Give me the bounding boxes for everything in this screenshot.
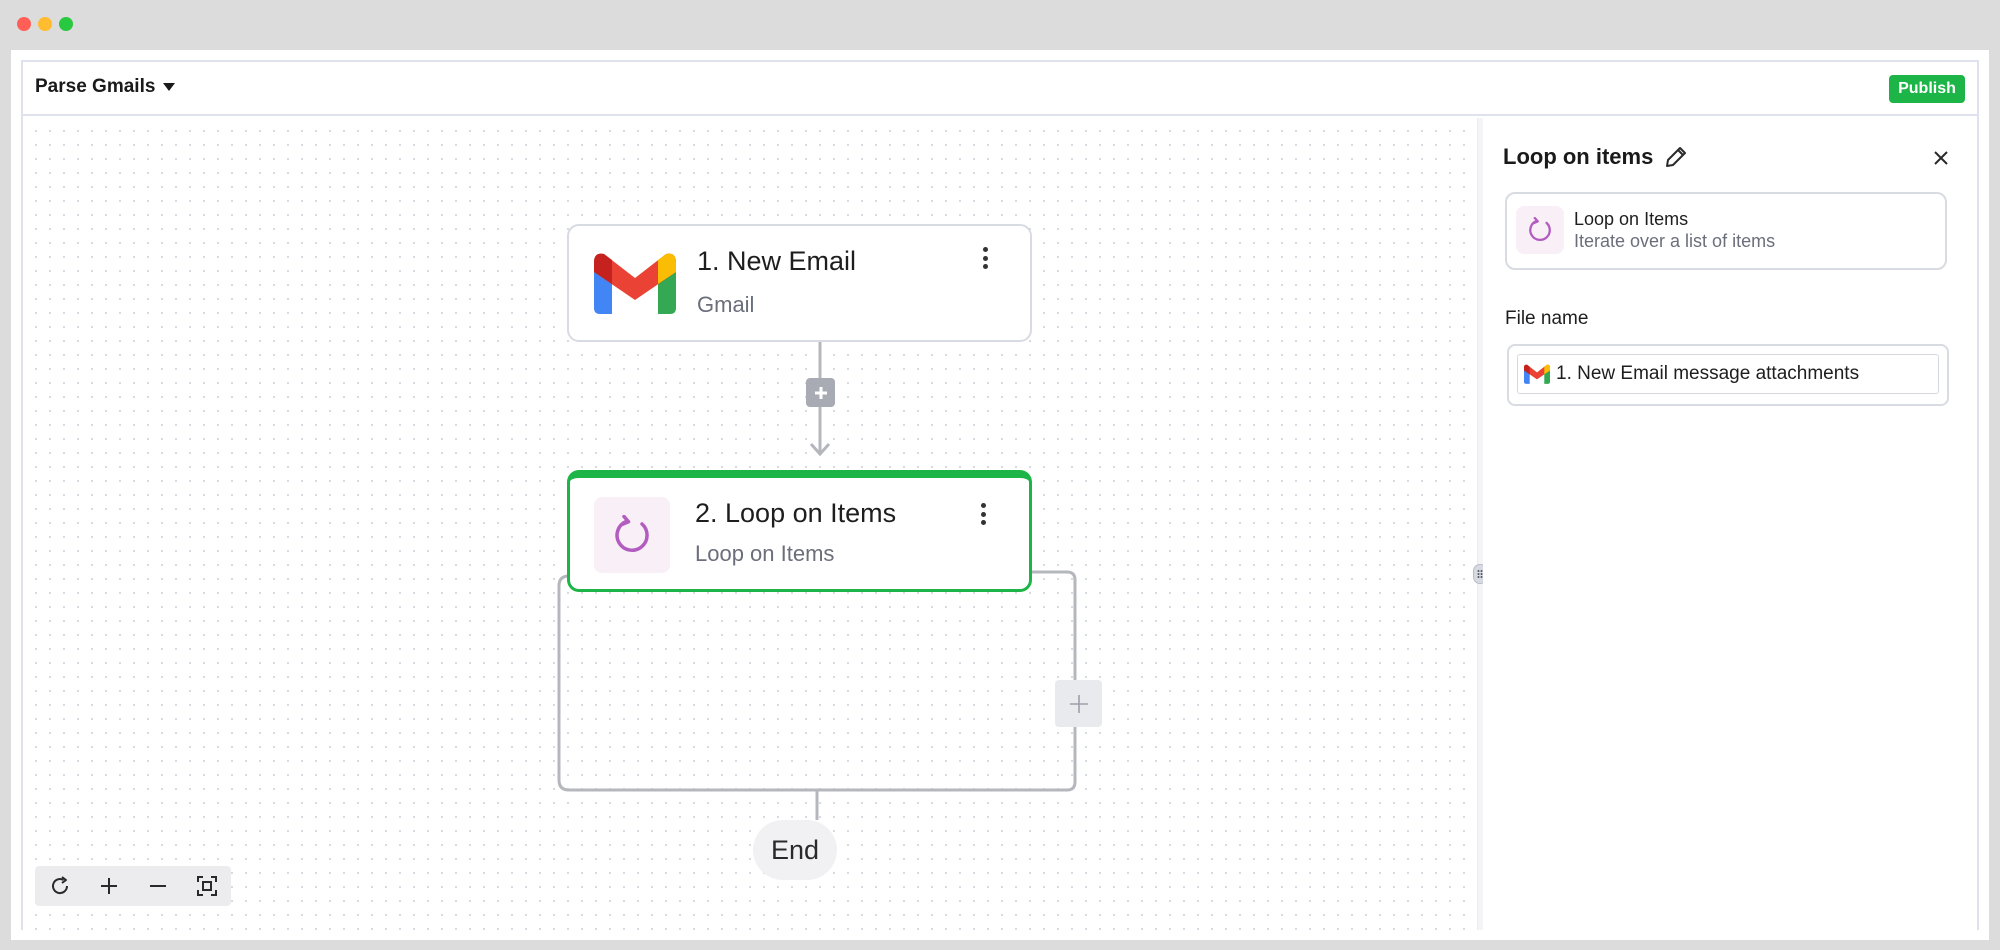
pencil-icon[interactable] xyxy=(1663,144,1689,170)
file-name-label: File name xyxy=(1505,308,1589,329)
data-token[interactable]: 1. New Email message attachments xyxy=(1517,354,1939,394)
canvas-toolbar xyxy=(35,866,231,906)
close-window-button[interactable] xyxy=(17,17,31,31)
minimize-window-button[interactable] xyxy=(38,17,52,31)
window-titlebar xyxy=(0,0,2000,50)
step-title: 1. New Email xyxy=(697,246,857,276)
gmail-logo-icon xyxy=(1524,364,1550,384)
file-name-input[interactable]: 1. New Email message attachments xyxy=(1507,344,1949,406)
loop-icon xyxy=(1516,206,1564,254)
more-options-icon[interactable] xyxy=(977,244,993,272)
plus-icon xyxy=(814,386,827,399)
builder-header: Parse Gmails Publish xyxy=(23,62,1977,116)
token-label: 1. New Email message attachments xyxy=(1556,363,1860,384)
step-settings-panel: Loop on items Loop on Items Iterate over… xyxy=(1483,118,1977,930)
end-node: End xyxy=(753,820,837,880)
more-options-icon[interactable] xyxy=(975,500,991,528)
flow-name-label: Parse Gmails xyxy=(35,76,156,97)
maximize-window-button[interactable] xyxy=(59,17,73,31)
fit-view-icon[interactable] xyxy=(182,866,231,906)
publish-button[interactable]: Publish xyxy=(1889,75,1965,103)
step-card-new-email[interactable]: 1. New Email Gmail xyxy=(567,224,1032,342)
step-subtitle: Loop on Items xyxy=(695,541,835,566)
add-step-button[interactable] xyxy=(806,378,835,407)
zoom-in-icon[interactable] xyxy=(84,866,133,906)
add-loop-step-button[interactable] xyxy=(1055,680,1102,727)
plus-icon xyxy=(1069,694,1088,713)
refresh-icon[interactable] xyxy=(35,866,84,906)
piece-info-card: Loop on Items Iterate over a list of ite… xyxy=(1505,192,1947,270)
loop-icon xyxy=(594,497,670,573)
piece-description: Iterate over a list of items xyxy=(1574,231,1776,251)
zoom-out-icon[interactable] xyxy=(133,866,182,906)
caret-down-icon xyxy=(163,83,176,91)
gmail-logo-icon xyxy=(594,253,676,314)
flow-name-dropdown[interactable]: Parse Gmails xyxy=(35,76,176,98)
piece-name: Loop on Items xyxy=(1574,209,1689,229)
browser-window: Parse Gmails Publish 1. New Email Gmail … xyxy=(11,50,1989,940)
step-title: 2. Loop on Items xyxy=(695,498,897,528)
step-card-loop-on-items[interactable]: 2. Loop on Items Loop on Items xyxy=(567,470,1032,592)
close-icon[interactable] xyxy=(1931,148,1951,168)
step-subtitle: Gmail xyxy=(697,292,755,317)
flow-canvas[interactable]: 1. New Email Gmail 2. Loop on Items Loop… xyxy=(23,118,1477,930)
builder-frame: Parse Gmails Publish 1. New Email Gmail … xyxy=(21,60,1979,930)
panel-title: Loop on items xyxy=(1503,144,1654,169)
